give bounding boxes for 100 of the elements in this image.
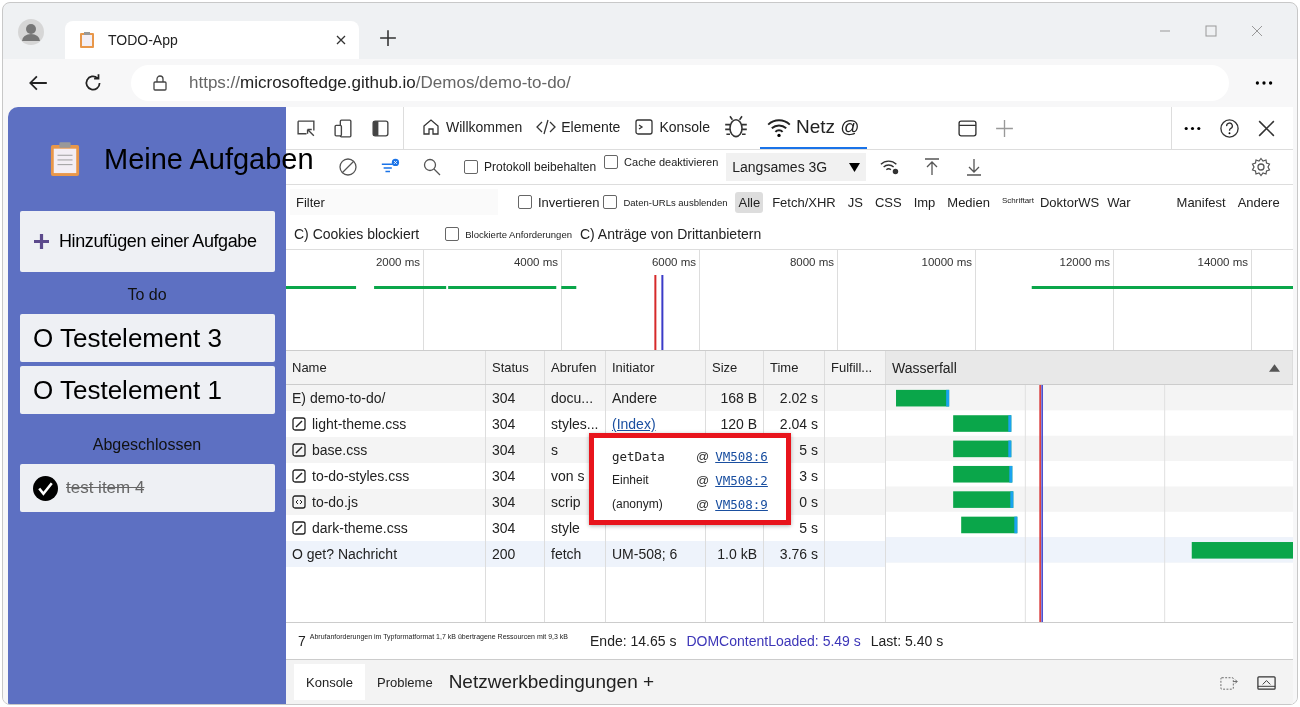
bug-icon [724, 115, 748, 139]
checkbox[interactable]: Cache deaktivieren [604, 155, 719, 169]
source-link[interactable]: VM508:2 [715, 472, 768, 488]
table-cell: 5 s [799, 520, 818, 536]
type-filter-button[interactable]: War [1104, 191, 1134, 213]
window-icon[interactable] [956, 117, 978, 139]
table-cell: von s [551, 468, 585, 484]
inspect-icon[interactable] [296, 117, 317, 139]
function-name: (anonym) [612, 497, 664, 511]
script-file-icon [292, 495, 306, 509]
devtools-tab[interactable]: Netz @ [760, 107, 867, 149]
checkbox[interactable]: Protokoll beibehalten [464, 160, 597, 174]
type-filter-button[interactable]: Manifest [1173, 191, 1229, 213]
stylesheet-file-icon [292, 443, 306, 457]
type-filter-button[interactable]: CSS [871, 191, 905, 213]
type-filter-button[interactable]: Schriftart [998, 193, 1037, 208]
devtools-tab[interactable]: Konsole [627, 107, 717, 149]
column-header[interactable]: Initiator [606, 351, 706, 384]
request-count: 7 [298, 633, 306, 649]
table-cell: UM-508; 6 [612, 546, 678, 562]
drawer-tab[interactable]: Konsole [294, 664, 365, 700]
type-filter-button[interactable]: Medien [944, 191, 993, 213]
type-filter-button[interactable]: Alle [735, 191, 764, 213]
throttling-dropdown[interactable]: Langsames 3G [726, 153, 867, 181]
close-tab-icon[interactable] [335, 34, 347, 46]
devtools-tab[interactable]: Willkommen [414, 107, 530, 149]
table-cell[interactable]: to-do.js [312, 494, 358, 510]
column-header[interactable]: Name [286, 351, 486, 384]
column-header[interactable]: Status [486, 351, 545, 384]
device-emulation-icon[interactable] [333, 117, 354, 139]
search-icon[interactable] [422, 157, 442, 177]
home-icon [421, 117, 441, 137]
table-cell[interactable]: O get? Nachricht [292, 546, 398, 562]
add-task-button[interactable]: Hinzufügen einer Aufgabe [20, 211, 275, 272]
settings-icon[interactable] [1251, 157, 1271, 177]
at-sign: @ [696, 472, 710, 488]
section-heading: To do [126, 286, 168, 304]
table-cell: Andere [612, 390, 658, 406]
column-header[interactable]: Size [706, 351, 764, 384]
section-heading: Abgeschlossen [91, 436, 203, 454]
function-name: getData [612, 448, 666, 464]
domcontentloaded-time: DOMContentLoaded: 5.49 s [686, 633, 861, 649]
column-header[interactable]: Abrufen [545, 351, 606, 384]
table-cell[interactable]: base.css [312, 442, 368, 458]
stylesheet-file-icon [292, 521, 306, 535]
filter-option-text[interactable]: C) Anträge von Drittanbietern [579, 226, 762, 242]
table-cell[interactable]: E) demo-to-do/ [292, 390, 386, 406]
task-item[interactable]: O Testelement 1 [20, 366, 275, 414]
task-item[interactable]: O Testelement 3 [20, 314, 275, 362]
drawer-tab[interactable]: Netzwerkbedingungen + [444, 664, 659, 700]
table-cell: 120 B [720, 416, 757, 432]
table-cell: styles... [551, 416, 599, 432]
check-circle-icon[interactable] [33, 475, 58, 501]
add-tab-icon[interactable] [993, 117, 1015, 139]
timeline-tick-label: 6000 ms [651, 256, 696, 270]
timeline-tick-label: 10000 ms [921, 256, 972, 270]
new-tab-icon[interactable] [379, 29, 397, 47]
clipboard-icon [50, 141, 80, 177]
sidebar-icon[interactable] [370, 117, 391, 139]
type-filter-button[interactable]: Andere [1234, 191, 1283, 213]
table-cell: s [551, 442, 558, 458]
task-text: test item 4 [66, 478, 145, 498]
task-text: O Testelement 1 [33, 374, 222, 406]
table-cell: 3.76 s [779, 546, 818, 562]
type-filter-button[interactable]: DoktorWS [1036, 191, 1103, 213]
wifi-settings-icon[interactable] [880, 157, 901, 177]
table-cell[interactable]: dark-theme.css [312, 520, 408, 536]
table-cell[interactable]: to-do-styles.css [312, 468, 410, 484]
table-cell: 304 [492, 494, 516, 510]
source-link[interactable]: VM508:9 [715, 496, 768, 512]
task-text: O Testelement 3 [33, 322, 222, 354]
initiator-link[interactable]: (Index) [612, 416, 656, 432]
type-filter-button[interactable]: Imp [910, 191, 939, 213]
table-cell: 304 [492, 520, 516, 536]
address-bar[interactable]: https://microsoftedge.github.io/Demos/demo-to-do/ [131, 65, 1229, 101]
devtools-tab[interactable]: Elemente [529, 107, 628, 149]
filter-option-text[interactable]: C) Cookies blockiert [294, 226, 420, 242]
code-icon [536, 117, 557, 137]
column-header[interactable]: Time [764, 351, 825, 384]
column-header[interactable]: Wasserfall [886, 351, 1293, 384]
type-filter-button[interactable]: Fetch/XHR [769, 191, 839, 213]
table-cell: 304 [492, 468, 516, 484]
task-item[interactable]: test item 4 [20, 464, 275, 512]
table-cell[interactable]: light-theme.css [312, 416, 407, 432]
source-link[interactable]: VM508:6 [715, 448, 768, 464]
drawer-tab[interactable]: Probleme [365, 664, 445, 700]
table-cell: 0 s [799, 494, 818, 510]
clear-icon[interactable] [338, 157, 358, 177]
finish-time: Ende: 14.65 s [590, 633, 677, 649]
filter-field[interactable]: Filter [290, 189, 498, 215]
table-cell: 304 [492, 442, 516, 458]
checkbox[interactable]: Daten-URLs ausblenden [603, 195, 728, 209]
sort-up-icon [1269, 363, 1280, 372]
profile-avatar-icon[interactable] [17, 18, 45, 46]
type-filter-button[interactable]: JS [844, 191, 866, 213]
help-icon[interactable] [1219, 117, 1240, 139]
checkbox[interactable]: Invertieren [518, 194, 600, 210]
checkbox[interactable]: Blockierte Anforderungen [445, 227, 572, 241]
timeline-tick-label: 12000 ms [1059, 256, 1110, 270]
browser-tab[interactable]: TODO-App [65, 21, 359, 59]
